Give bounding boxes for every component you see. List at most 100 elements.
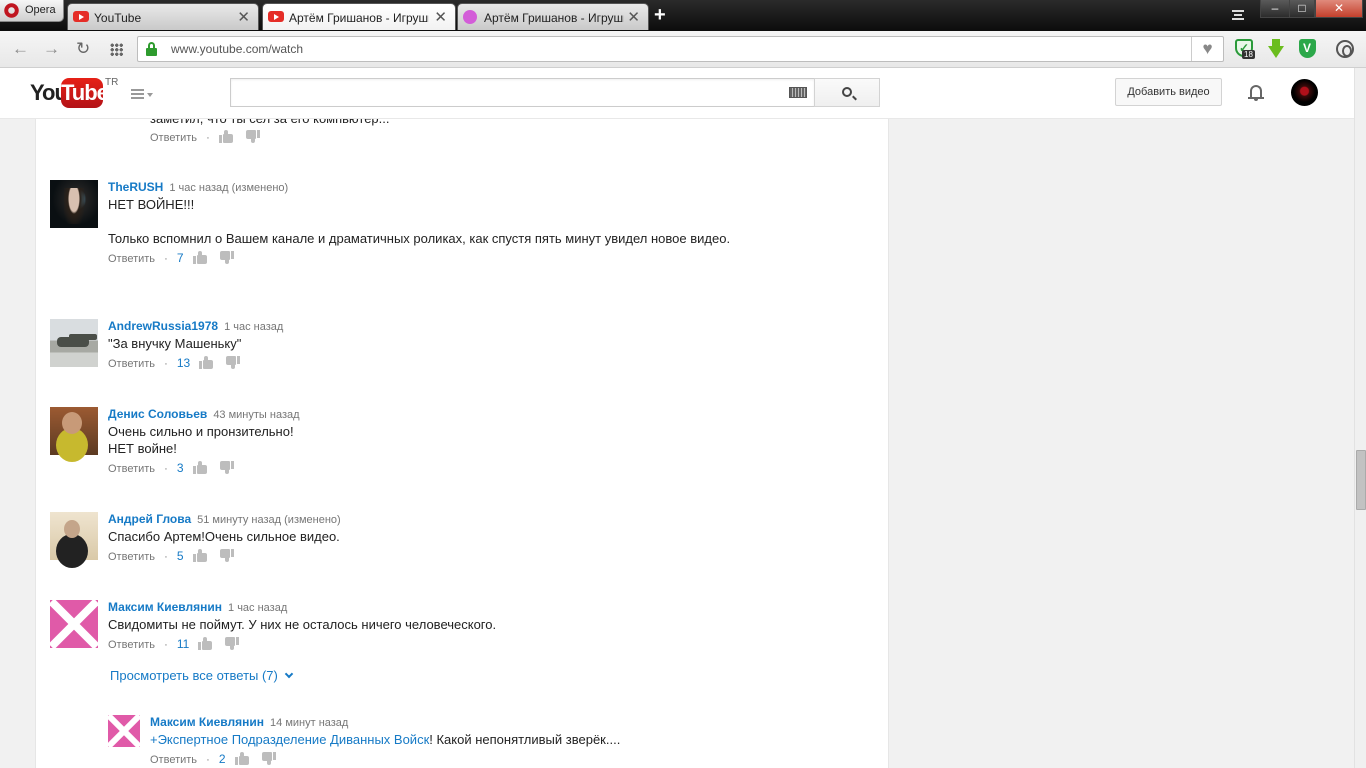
comment-author[interactable]: AndrewRussia1978	[108, 319, 218, 333]
reply-text: ! Какой непонятливый зверёк....	[429, 732, 621, 747]
mention-link[interactable]: +Экспертное Подразделение Диванных Войск	[150, 732, 429, 747]
opera-label: Opera	[25, 4, 56, 16]
guide-menu-icon[interactable]	[131, 89, 144, 99]
avatar[interactable]	[50, 407, 98, 455]
security-shield-icon[interactable]	[1297, 38, 1319, 60]
tab-menu-icon[interactable]	[1232, 10, 1244, 20]
comment-text: Спасибо Артем!Очень сильное видео.	[108, 529, 340, 544]
reply-link[interactable]: Ответить	[150, 132, 197, 144]
avatar[interactable]	[50, 319, 98, 367]
comment-text: заметил, что ты сел за его компьютер...	[150, 119, 888, 127]
reply-link[interactable]: Ответить	[150, 754, 197, 766]
reply-link[interactable]: Ответить	[108, 358, 155, 370]
tab-video-active[interactable]: Артём Гришанов - Игрушки ✕	[262, 3, 456, 30]
thumbs-down-icon[interactable]	[225, 637, 240, 650]
search-input[interactable]	[230, 78, 815, 107]
back-arrow-icon[interactable]: ←	[12, 39, 29, 59]
tab-title: YouTube	[94, 11, 142, 25]
thumbs-up-icon[interactable]	[218, 130, 233, 143]
minimize-button[interactable]: –	[1260, 0, 1290, 18]
reply-link[interactable]: Ответить	[108, 463, 155, 475]
download-arrow-icon[interactable]	[1264, 38, 1286, 60]
comment-text: +Экспертное Подразделение Диванных Войск…	[150, 731, 888, 748]
comments-section: заметил, что ты сел за его компьютер... …	[35, 119, 889, 768]
avatar[interactable]	[108, 715, 140, 747]
address-bar[interactable]: www.youtube.com/watch ♥	[137, 36, 1224, 62]
new-tab-icon[interactable]: +	[654, 4, 666, 27]
speed-dial-grid-icon[interactable]	[110, 43, 123, 56]
reply-link[interactable]: Ответить	[108, 253, 155, 265]
search-button[interactable]	[814, 78, 880, 107]
scrollbar-thumb[interactable]	[1356, 450, 1366, 510]
thumbs-down-icon[interactable]	[219, 549, 234, 562]
tab-close-icon[interactable]: ✕	[237, 8, 250, 26]
comment-author[interactable]: Андрей Глова	[108, 512, 191, 526]
thumbs-up-icon[interactable]	[199, 356, 214, 369]
reply-link[interactable]: Ответить	[108, 639, 155, 651]
comment-text: Свидомиты не поймут. У них не осталось н…	[108, 617, 497, 632]
close-window-button[interactable]: ✕	[1315, 0, 1363, 18]
like-count: 11	[176, 637, 190, 651]
comment-timestamp[interactable]: 14 минут назад	[270, 717, 348, 729]
tab-youtube[interactable]: YouTube ✕	[67, 3, 259, 30]
like-count: 5	[176, 549, 184, 563]
caret-down-icon[interactable]	[147, 93, 153, 97]
keyboard-icon[interactable]	[789, 87, 807, 98]
comment-author[interactable]: Максим Киевлянин	[108, 600, 222, 614]
adblock-shield-icon[interactable]: ✓ 18	[1233, 38, 1255, 60]
thumbs-up-icon[interactable]	[192, 549, 207, 562]
browser-toolbar: ← → ↻ www.youtube.com/watch ♥ ✓ 18	[0, 31, 1366, 68]
thumbs-up-icon[interactable]	[192, 251, 207, 264]
comment-author[interactable]: TheRUSH	[108, 180, 163, 194]
account-avatar[interactable]	[1291, 79, 1318, 106]
forward-arrow-icon[interactable]: →	[43, 39, 60, 59]
avatar[interactable]	[50, 600, 98, 648]
heart-bookmark-icon[interactable]: ♥	[1191, 37, 1223, 61]
comment-timestamp[interactable]: 1 час назад	[224, 321, 283, 333]
url-text[interactable]: www.youtube.com/watch	[171, 42, 303, 56]
comment-timestamp[interactable]: 1 час назад (изменено)	[169, 182, 288, 194]
youtube-masthead: You Tube TR Добавить видео	[0, 68, 1354, 119]
extension-favicon-icon	[463, 10, 477, 24]
thumbs-up-icon[interactable]	[192, 461, 207, 474]
comment-author[interactable]: Максим Киевлянин	[150, 715, 264, 729]
lock-icon	[146, 42, 157, 56]
comment-text: НЕТ ВОЙНЕ!!! Только вспомнил о Вашем кан…	[108, 197, 731, 246]
tab-title: Артём Гришанов - Игрушки	[484, 11, 624, 25]
reload-icon[interactable]: ↻	[76, 39, 90, 59]
opera-o-icon[interactable]	[1336, 40, 1354, 58]
thumbs-down-icon[interactable]	[219, 251, 234, 264]
maximize-button[interactable]: □	[1289, 0, 1315, 18]
thumbs-down-icon[interactable]	[261, 752, 276, 765]
reply-link[interactable]: Ответить	[108, 551, 155, 563]
youtube-favicon-icon	[268, 11, 284, 22]
opera-menu-button[interactable]: Opera	[0, 0, 64, 22]
thumbs-down-icon[interactable]	[219, 461, 234, 474]
tab-video-second[interactable]: Артём Гришанов - Игрушки ✕	[457, 3, 649, 30]
extension-badge: 18	[1242, 50, 1255, 59]
avatar[interactable]	[50, 512, 98, 560]
browser-tab-strip: Opera YouTube ✕ Артём Гришанов - Игрушки…	[0, 0, 1366, 31]
youtube-favicon-icon	[73, 11, 89, 22]
opera-logo-icon	[4, 2, 19, 19]
upload-video-button[interactable]: Добавить видео	[1115, 78, 1222, 106]
region-code: TR	[105, 77, 119, 88]
chevron-down-icon	[284, 669, 294, 679]
tab-close-icon[interactable]: ✕	[627, 8, 640, 26]
avatar[interactable]	[50, 180, 98, 228]
view-all-replies-link[interactable]: Просмотреть все ответы (7)	[110, 668, 294, 683]
thumbs-down-icon[interactable]	[245, 130, 260, 143]
like-count: 3	[176, 461, 184, 475]
comment-author[interactable]: Денис Соловьев	[108, 407, 207, 421]
comment-text: Очень сильно и пронзительно! НЕТ войне!	[108, 424, 294, 456]
comment-timestamp[interactable]: 1 час назад	[228, 602, 287, 614]
thumbs-up-icon[interactable]	[198, 637, 213, 650]
thumbs-up-icon[interactable]	[234, 752, 249, 765]
comment-timestamp[interactable]: 43 минуты назад	[213, 409, 299, 421]
comment-text: "За внучку Машеньку"	[108, 336, 242, 351]
comment-timestamp[interactable]: 51 минуту назад (изменено)	[197, 514, 341, 526]
notifications-bell-icon[interactable]	[1248, 83, 1264, 101]
tab-close-icon[interactable]: ✕	[434, 8, 447, 26]
page-scrollbar[interactable]	[1354, 68, 1366, 768]
thumbs-down-icon[interactable]	[226, 356, 241, 369]
